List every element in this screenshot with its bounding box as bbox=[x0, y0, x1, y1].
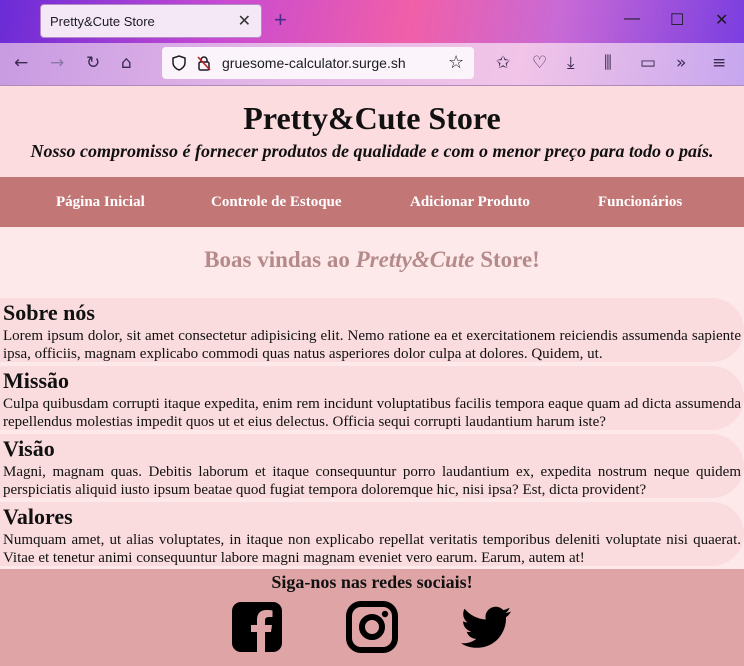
section-visao: Visão Magni, magnam quas. Debitis laboru… bbox=[0, 434, 744, 498]
twitter-icon[interactable] bbox=[461, 601, 513, 653]
tab-title: Pretty&Cute Store bbox=[50, 14, 155, 29]
menu-item-funcionarios[interactable]: Funcionários bbox=[598, 194, 682, 211]
page-footer: Siga-nos nas redes sociais! bbox=[0, 569, 744, 666]
window-close-icon[interactable]: ✕ bbox=[715, 10, 728, 30]
reload-icon[interactable]: ↻ bbox=[86, 53, 100, 73]
welcome-heading: Boas vindas ao Pretty&Cute Store! bbox=[0, 247, 744, 273]
collections-icon[interactable]: ✩ bbox=[496, 53, 510, 73]
forward-icon[interactable]: → bbox=[50, 53, 64, 73]
overflow-icon[interactable]: » bbox=[676, 53, 686, 73]
back-icon[interactable]: ← bbox=[14, 53, 28, 73]
section-title: Valores bbox=[3, 504, 73, 529]
section-title: Visão bbox=[3, 436, 55, 461]
tab-close-icon[interactable]: ✕ bbox=[238, 11, 251, 31]
section-sobre-nos: Sobre nós Lorem ipsum dolor, sit amet co… bbox=[0, 298, 744, 362]
browser-tab[interactable]: Pretty&Cute Store ✕ bbox=[40, 4, 262, 38]
instagram-icon[interactable] bbox=[346, 601, 398, 653]
minimize-icon[interactable]: — bbox=[624, 10, 640, 28]
maximize-icon[interactable]: ☐ bbox=[670, 10, 684, 30]
section-text: Numquam amet, ut alias voluptates, in it… bbox=[3, 532, 741, 566]
library-icon[interactable]: ⫼ bbox=[604, 53, 612, 73]
main-content: Boas vindas ao Pretty&Cute Store! Sobre … bbox=[0, 227, 744, 568]
download-icon[interactable]: ⤓ bbox=[567, 53, 575, 73]
section-text: Culpa quibusdam corrupti itaque expedita… bbox=[3, 396, 741, 430]
url-bar[interactable]: gruesome-calculator.surge.sh ☆ bbox=[162, 47, 474, 79]
web-page: Pretty&Cute Store Nosso compromisso é fo… bbox=[0, 86, 744, 666]
shield-icon[interactable] bbox=[171, 55, 187, 71]
section-text: Magni, magnam quas. Debitis laborum et i… bbox=[3, 464, 741, 498]
home-icon[interactable]: ⌂ bbox=[121, 53, 132, 73]
section-missao: Missão Culpa quibusdam corrupti itaque e… bbox=[0, 366, 744, 430]
store-title: Pretty&Cute Store bbox=[243, 100, 501, 136]
bookmark-star-icon[interactable]: ☆ bbox=[448, 52, 464, 73]
section-valores: Valores Numquam amet, ut alias voluptate… bbox=[0, 502, 744, 566]
welcome-prefix: Boas vindas ao bbox=[204, 247, 356, 272]
section-text: Lorem ipsum dolor, sit amet consectetur … bbox=[3, 328, 741, 362]
menu-item-controle-estoque[interactable]: Controle de Estoque bbox=[211, 194, 342, 211]
welcome-brand: Pretty&Cute bbox=[355, 247, 475, 272]
section-title: Sobre nós bbox=[3, 300, 95, 325]
lock-icon[interactable] bbox=[196, 55, 212, 71]
pocket-icon[interactable]: ♡ bbox=[532, 53, 547, 73]
section-title: Missão bbox=[3, 368, 69, 393]
sidebar-icon[interactable]: ▭ bbox=[640, 53, 656, 73]
new-tab-button[interactable]: + bbox=[274, 8, 287, 32]
url-text: gruesome-calculator.surge.sh bbox=[222, 55, 406, 71]
footer-title: Siga-nos nas redes sociais! bbox=[271, 572, 473, 592]
menu-icon[interactable]: ≡ bbox=[712, 53, 726, 73]
browser-tab-bar: Pretty&Cute Store ✕ + — ☐ ✕ bbox=[0, 0, 744, 43]
facebook-icon[interactable] bbox=[231, 601, 283, 653]
store-tagline: Nosso compromisso é fornecer produtos de… bbox=[30, 141, 714, 161]
menu-item-adicionar-produto[interactable]: Adicionar Produto bbox=[410, 194, 530, 211]
welcome-suffix: Store! bbox=[474, 247, 540, 272]
page-header: Pretty&Cute Store Nosso compromisso é fo… bbox=[0, 86, 744, 177]
main-menu: Página Inicial Controle de Estoque Adici… bbox=[0, 177, 744, 227]
menu-item-pagina-inicial[interactable]: Página Inicial bbox=[56, 194, 145, 211]
